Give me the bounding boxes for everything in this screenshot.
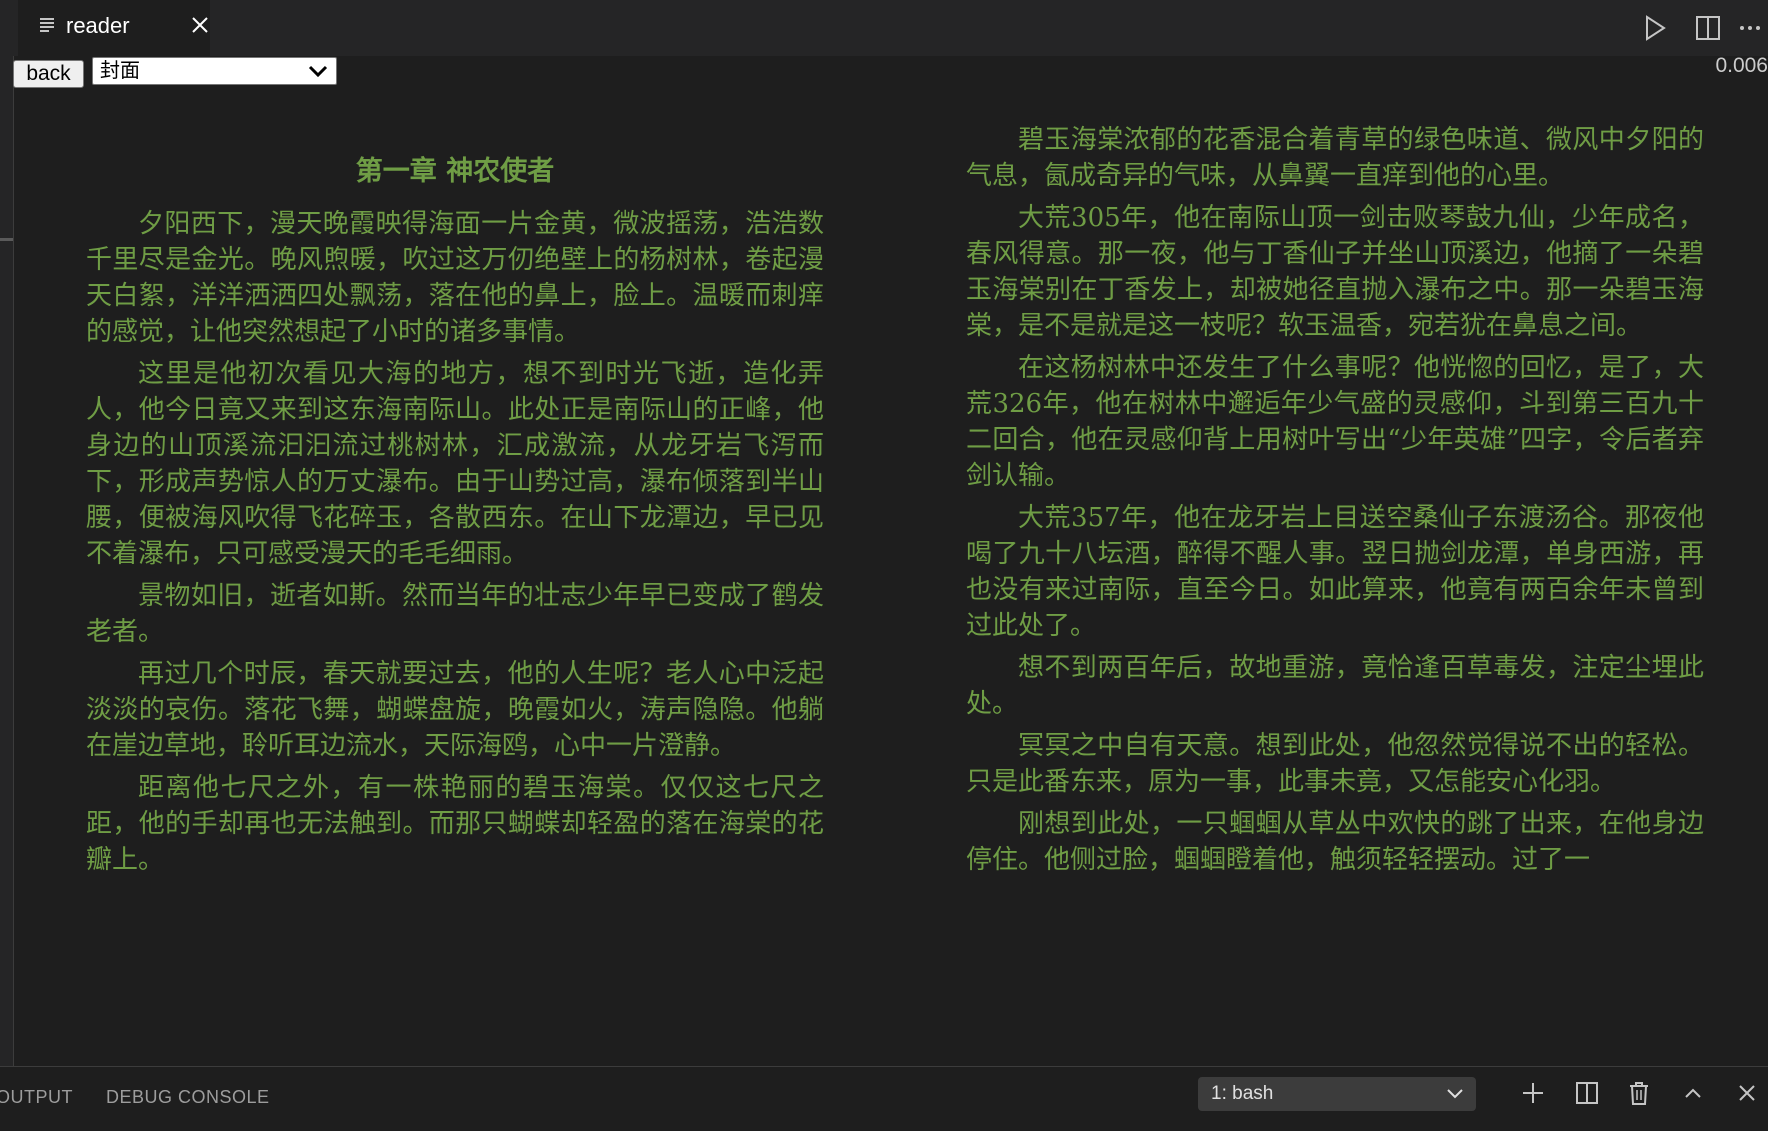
- tab-reader[interactable]: reader: [18, 0, 210, 56]
- paragraph: 大荒357年，他在龙牙岩上目送空桑仙子东渡汤谷。那夜他喝了九十八坛酒，醉得不醒人…: [966, 503, 1704, 641]
- paragraph: 夕阳西下，漫天晚霞映得海面一片金黄，微波摇荡，浩浩数千里尽是金光。晚风煦暖，吹过…: [86, 209, 824, 347]
- paragraph: 想不到两百年后，故地重游，竟恰逢百草毒发，注定尘埋此处。: [966, 653, 1704, 719]
- tab-output[interactable]: OUTPUT: [0, 1087, 73, 1108]
- chapter-title: 第一章 神农使者: [355, 156, 555, 187]
- chevron-down-icon: [1447, 1089, 1463, 1099]
- paragraph: 再过几个时辰，春天就要过去，他的人生呢？老人心中泛起淡淡的哀伤。落花飞舞，蝴蝶盘…: [86, 659, 824, 761]
- left-gutter: [0, 56, 14, 1076]
- paragraph: 刚想到此处，一只蝈蝈从草丛中欢快的跳了出来，在他身边停住。他侧过脸，蝈蝈瞪着他，…: [966, 809, 1704, 875]
- trash-icon[interactable]: [1624, 1078, 1654, 1108]
- split-editor-icon[interactable]: [1692, 12, 1724, 44]
- editor-tab-bar: reader: [0, 0, 1768, 56]
- chevron-up-icon[interactable]: [1678, 1078, 1708, 1108]
- paragraph: 在这杨树林中还发生了什么事呢？他恍惚的回忆，是了，大荒326年，他在树林中邂逅年…: [966, 353, 1704, 491]
- reading-progress: 0.006: [1715, 54, 1768, 77]
- terminal-select[interactable]: 1: bash: [1198, 1077, 1476, 1111]
- more-actions-icon[interactable]: [1734, 12, 1766, 44]
- terminal-select-value: 1: bash: [1211, 1083, 1274, 1104]
- close-panel-icon[interactable]: [1732, 1078, 1762, 1108]
- reader-page-right: 碧玉海棠浓郁的花香混合着青草的绿色味道、微风中夕阳的气息，氤成奇异的气味，从鼻翼…: [966, 122, 1704, 884]
- paragraph: 距离他七尺之外，有一株艳丽的碧玉海棠。仅仅这七尺之距，他的手却再也无法触到。而那…: [86, 773, 824, 875]
- paragraph: 景物如旧，逝者如斯。然而当年的壮志少年早已变成了鹤发老者。: [86, 581, 824, 647]
- close-icon[interactable]: [190, 15, 210, 35]
- paragraph: 这里是他初次看见大海的地方，想不到时光飞逝，造化弄人，他今日竟又来到这东海南际山…: [86, 359, 824, 569]
- gutter-marker: [0, 238, 13, 241]
- paragraph: 大荒305年，他在南际山顶一剑击败琴鼓九仙，少年成名，春风得意。那一夜，他与丁香…: [966, 203, 1704, 341]
- tab-title: reader: [66, 13, 130, 38]
- bottom-panel: OUTPUT DEBUG CONSOLE 1: bash: [0, 1066, 1768, 1131]
- split-terminal-icon[interactable]: [1572, 1078, 1602, 1108]
- chevron-down-icon: [308, 65, 328, 78]
- back-button[interactable]: back: [13, 60, 84, 88]
- paragraph: 碧玉海棠浓郁的花香混合着青草的绿色味道、微风中夕阳的气息，氤成奇异的气味，从鼻翼…: [966, 125, 1704, 191]
- run-icon[interactable]: [1638, 12, 1670, 44]
- paragraph: 冥冥之中自有天意。想到此处，他忽然觉得说不出的轻松。只是此番东来，原为一事，此事…: [966, 731, 1704, 797]
- tab-debug-console[interactable]: DEBUG CONSOLE: [106, 1087, 270, 1108]
- chapter-select[interactable]: 封面: [92, 57, 337, 85]
- reader-page-left: 第一章 神农使者 夕阳西下，漫天晚霞映得海面一片金黄，微波摇荡，浩浩数千里尽是金…: [86, 150, 824, 884]
- file-lines-icon: [40, 18, 54, 32]
- chapter-select-value: 封面: [100, 60, 140, 82]
- plus-icon[interactable]: [1518, 1078, 1548, 1108]
